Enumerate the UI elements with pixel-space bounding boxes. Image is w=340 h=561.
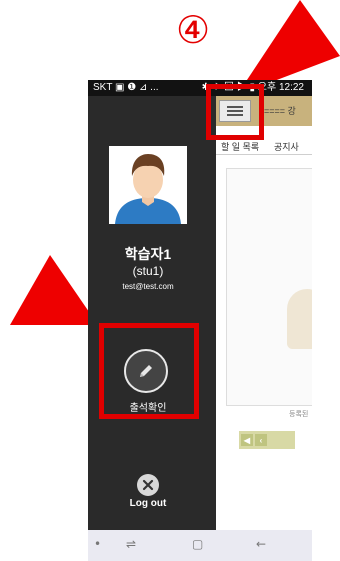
empty-state-illustration	[287, 289, 312, 349]
logout-icon-circle	[137, 474, 159, 496]
pagination: ◀ ‹	[239, 431, 295, 449]
annotation-arrow-left	[10, 255, 98, 325]
close-icon	[142, 479, 154, 491]
status-bar: SKT ▣ ❶ ⊿ ... ✱ ✈ ⊠ ▶ ▮ 오후 12:22	[88, 80, 312, 96]
tab-todo[interactable]: 할 일 목록	[221, 140, 259, 153]
page-title: ==== 강	[264, 106, 296, 116]
home-icon[interactable]: ▢	[192, 537, 203, 551]
phone-screen: SKT ▣ ❶ ⊿ ... ✱ ✈ ⊠ ▶ ▮ 오후 12:22 학습자1 (s…	[88, 80, 312, 561]
empty-state-text: 등록된	[289, 411, 309, 418]
content-panel: 등록된	[226, 168, 312, 418]
highlight-attendance-button	[99, 323, 199, 419]
nav-dot-icon[interactable]: •	[94, 537, 101, 551]
android-nav-bar: • ⇌ ▢ ←	[88, 530, 312, 561]
avatar	[109, 146, 187, 224]
nav-drawer: 학습자1 (stu1) test@test.com 출석확인 Log out	[88, 96, 216, 530]
user-id: (stu1)	[132, 264, 164, 278]
highlight-menu-button	[206, 84, 264, 140]
prev-page-button[interactable]: ‹	[255, 434, 267, 446]
step-number-annotation: ④	[176, 8, 211, 52]
first-page-button[interactable]: ◀	[241, 434, 253, 446]
logout-button[interactable]: Log out	[122, 474, 174, 516]
logout-label: Log out	[129, 498, 167, 509]
tab-notice[interactable]: 공지사	[274, 140, 299, 153]
main-content: ==== 강 할 일 목록 공지사 등록된 ◀ ‹	[216, 96, 312, 530]
person-icon	[115, 154, 181, 224]
recent-apps-icon[interactable]: ⇌	[126, 537, 136, 551]
status-left: SKT ▣ ❶ ⊿ ...	[93, 82, 159, 93]
user-name: 학습자1	[124, 246, 172, 262]
user-email: test@test.com	[122, 282, 174, 291]
back-icon[interactable]: ←	[256, 537, 266, 551]
